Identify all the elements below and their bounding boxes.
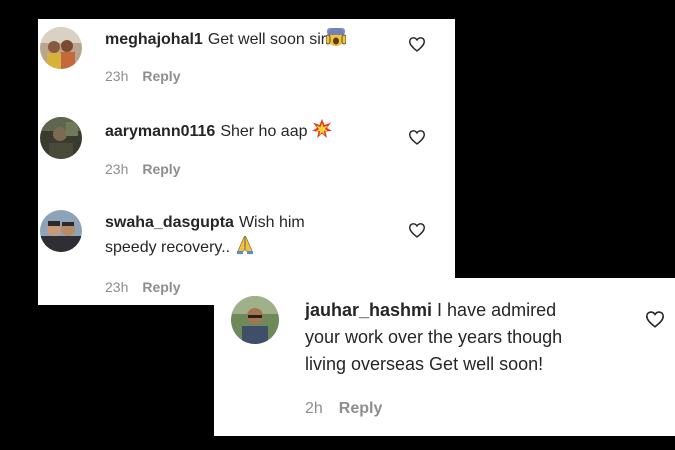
- comment-text: Get well soon sir: [207, 31, 327, 48]
- comment-body: swaha_dasgupta Wish him speedy recovery..: [105, 211, 395, 263]
- avatar-jauhar-hashmi-image: [231, 296, 279, 344]
- avatar[interactable]: [40, 210, 82, 252]
- avatar[interactable]: [40, 27, 82, 69]
- comment-username[interactable]: swaha_dasgupta: [105, 214, 234, 231]
- avatar-aarymann0116-image: [40, 117, 82, 159]
- reply-button[interactable]: Reply: [142, 161, 180, 177]
- comment-username[interactable]: aarymann0116: [105, 123, 215, 140]
- avatar-swaha-dasgupta-image: [40, 210, 82, 252]
- comment-body: aarymann0116 Sher ho aap: [105, 119, 332, 147]
- avatar[interactable]: [231, 296, 279, 344]
- comment-line-2: your work over the years though: [305, 327, 563, 347]
- like-heart-icon[interactable]: [645, 310, 665, 328]
- like-heart-icon[interactable]: [408, 36, 426, 52]
- comment-text: I have admired: [437, 300, 557, 320]
- avatar[interactable]: [40, 117, 82, 159]
- reply-button[interactable]: Reply: [142, 279, 180, 295]
- comment-timestamp: 23h: [105, 279, 129, 295]
- collision-emoji: [311, 119, 332, 147]
- fearful-face-emoji: [325, 27, 347, 55]
- comment-meta: 23h Reply: [105, 161, 180, 177]
- comment-username[interactable]: jauhar_hashmi: [305, 300, 432, 320]
- comments-panel-bottom: jauhar_hashmi I have admired your work ov…: [214, 278, 675, 436]
- comment-body: meghajohal1 Get well soon sir: [105, 27, 347, 55]
- like-heart-icon[interactable]: [408, 222, 426, 238]
- comment-line-3: living overseas Get well soon!: [305, 354, 544, 374]
- comment-line-1: swaha_dasgupta Wish him: [105, 211, 395, 235]
- comment-timestamp: 2h: [305, 400, 323, 417]
- reply-button[interactable]: Reply: [339, 400, 383, 418]
- comment-meta: 2h Reply: [305, 400, 382, 418]
- comment-line-2: speedy recovery..: [105, 235, 395, 263]
- comment-meta: 23h Reply: [105, 68, 180, 84]
- avatar-meghajohal1-image: [40, 27, 82, 69]
- comment-text: Wish him: [238, 214, 305, 231]
- comment-meta: 23h Reply: [105, 279, 180, 295]
- comments-panel-top: meghajohal1 Get well soon sir 23h Reply a…: [38, 19, 455, 305]
- comment-text: speedy recovery..: [105, 239, 231, 256]
- comment-body: jauhar_hashmi I have admired your work ov…: [305, 297, 635, 378]
- reply-button[interactable]: Reply: [142, 68, 180, 84]
- folded-hands-emoji: [235, 235, 255, 263]
- comment-line-1: jauhar_hashmi I have admired: [305, 297, 635, 324]
- comment-timestamp: 23h: [105, 68, 129, 84]
- comment-username[interactable]: meghajohal1: [105, 31, 203, 48]
- comment-timestamp: 23h: [105, 161, 129, 177]
- like-heart-icon[interactable]: [408, 129, 426, 145]
- comment-text: Sher ho aap: [220, 123, 308, 140]
